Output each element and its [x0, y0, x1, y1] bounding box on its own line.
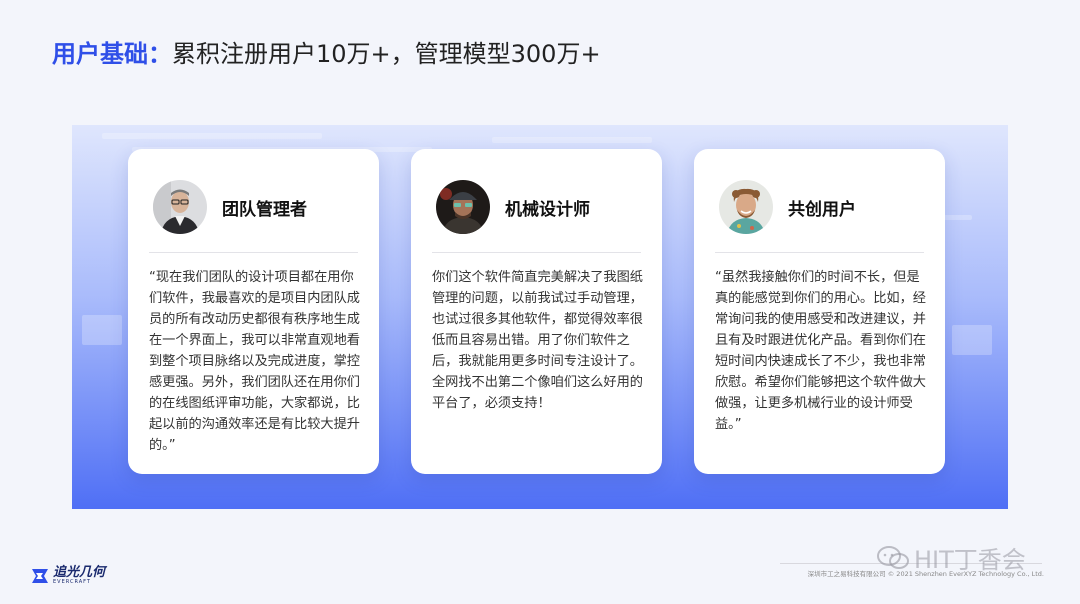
- role-title: 共创用户: [788, 200, 856, 220]
- person-portrait-glasses-icon: [153, 180, 207, 234]
- testimonial-card-manager: 团队管理者 “现在我们团队的设计项目都在用你们软件，我最喜欢的是项目内团队成员的…: [128, 149, 379, 474]
- watermark: HIT丁香会: [876, 540, 1026, 575]
- person-portrait-cap-icon: [436, 180, 490, 234]
- role-title: 机械设计师: [505, 200, 590, 220]
- testimonial-card-designer: 机械设计师 你们这个软件简直完美解决了我图纸管理的问题，以前我试过手动管理，也试…: [411, 149, 662, 474]
- logo-mark-icon: [32, 568, 48, 583]
- role-title: 团队管理者: [222, 200, 307, 220]
- testimonial-quote: 你们这个软件简直完美解决了我图纸管理的问题，以前我试过手动管理，也试过很多其他软…: [432, 270, 643, 411]
- chat-bubbles-icon: [877, 545, 909, 569]
- title-highlight: 用户基础：: [52, 40, 172, 68]
- company-logo: 追光几何 EVERCRAFT: [30, 566, 105, 585]
- logo-name: 追光几何: [53, 565, 106, 580]
- divider: [715, 252, 924, 253]
- page-title: 用户基础：累积注册用户10万+，管理模型300万+: [52, 38, 601, 70]
- testimonial-quote: “虽然我接触你们的时间不长，但是真的能感觉到你们的用心。比如，经常询问我的使用感…: [715, 270, 926, 432]
- testimonial-quote: “现在我们团队的设计项目都在用你们软件，我最喜欢的是项目内团队成员的所有改动历史…: [149, 270, 360, 453]
- title-rest: 累积注册用户10万+，管理模型300万+: [172, 40, 601, 68]
- divider: [149, 252, 358, 253]
- testimonial-card-cocreator: 共创用户 “虽然我接触你们的时间不长，但是真的能感觉到你们的用心。比如，经常询问…: [694, 149, 945, 474]
- watermark-text: HIT丁香会: [914, 546, 1026, 574]
- divider: [432, 252, 641, 253]
- person-portrait-curly-icon: [719, 180, 773, 234]
